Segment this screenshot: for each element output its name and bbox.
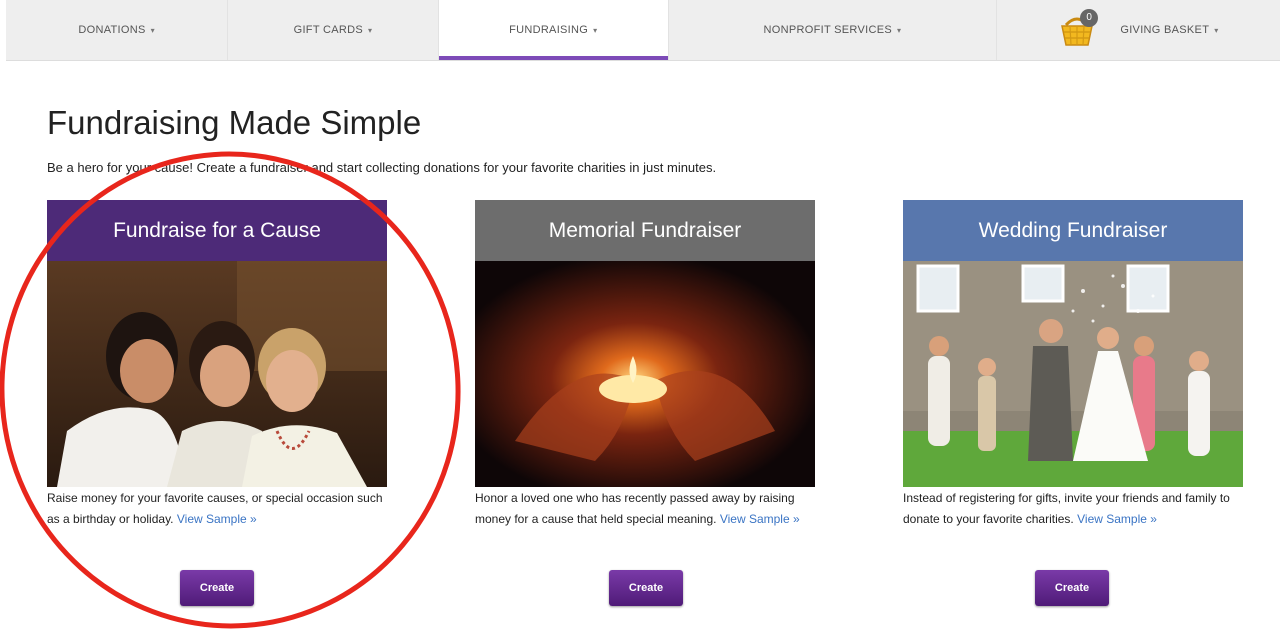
caret-down-icon: ▾	[368, 25, 373, 35]
view-sample-link[interactable]: View Sample »	[177, 512, 257, 526]
nav-giving-basket-label: GIVING BASKET	[1120, 24, 1210, 36]
card-description: Instead of registering for gifts, invite…	[903, 487, 1243, 530]
card-image-candle[interactable]	[475, 261, 815, 487]
nav-gift-cards[interactable]: GIFT CARDS ▾	[228, 0, 439, 60]
giving-basket: 0 GIVING BASKET ▾	[1058, 9, 1219, 49]
page-subtitle: Be a hero for your cause! Create a fundr…	[47, 160, 717, 175]
create-button[interactable]: Create	[609, 570, 683, 606]
card-description: Honor a loved one who has recently passe…	[475, 487, 815, 530]
create-button[interactable]: Create	[1035, 570, 1109, 606]
caret-down-icon: ▾	[1214, 25, 1219, 35]
gift-basket-icon[interactable]: 0	[1058, 9, 1099, 49]
caret-down-icon: ▾	[150, 25, 155, 35]
create-button[interactable]: Create	[180, 570, 254, 606]
page-title: Fundraising Made Simple	[47, 104, 422, 141]
card-image-friends[interactable]	[47, 261, 387, 487]
nav-giving-basket[interactable]: 0 GIVING BASKET ▾	[997, 0, 1280, 60]
card-title[interactable]: Fundraise for a Cause	[47, 200, 387, 261]
view-sample-link[interactable]: View Sample »	[1077, 512, 1157, 526]
caret-down-icon: ▾	[593, 25, 598, 35]
card-title[interactable]: Wedding Fundraiser	[903, 200, 1243, 261]
nav-nonprofit-services[interactable]: NONPROFIT SERVICES ▾	[669, 0, 997, 60]
card-image-wedding[interactable]	[903, 261, 1243, 487]
nav-gift-cards-label: GIFT CARDS	[293, 24, 364, 36]
card-title[interactable]: Memorial Fundraiser	[475, 200, 815, 261]
card-wedding-fundraiser: Wedding Fundraiser Instead of registerin…	[903, 200, 1243, 606]
view-sample-link[interactable]: View Sample »	[720, 512, 800, 526]
card-description: Raise money for your favorite causes, or…	[47, 487, 387, 530]
nav-donations[interactable]: DONATIONS ▾	[6, 0, 229, 60]
top-nav: DONATIONS ▾ GIFT CARDS ▾ FUNDRAISING ▾ N…	[6, 0, 1280, 61]
nav-fundraising-label: FUNDRAISING	[509, 24, 589, 36]
card-memorial-fundraiser: Memorial Fundraiser Honor a loved one wh…	[475, 200, 815, 606]
nav-donations-label: DONATIONS	[78, 24, 146, 36]
card-description-text: Instead of registering for gifts, invite…	[903, 491, 1230, 526]
card-fundraise-cause: Fundraise for a Cause Raise money for yo…	[47, 200, 387, 606]
nav-nonprofit-services-label: NONPROFIT SERVICES	[763, 24, 892, 36]
caret-down-icon: ▾	[896, 25, 902, 35]
nav-fundraising[interactable]: FUNDRAISING ▾	[438, 0, 669, 60]
